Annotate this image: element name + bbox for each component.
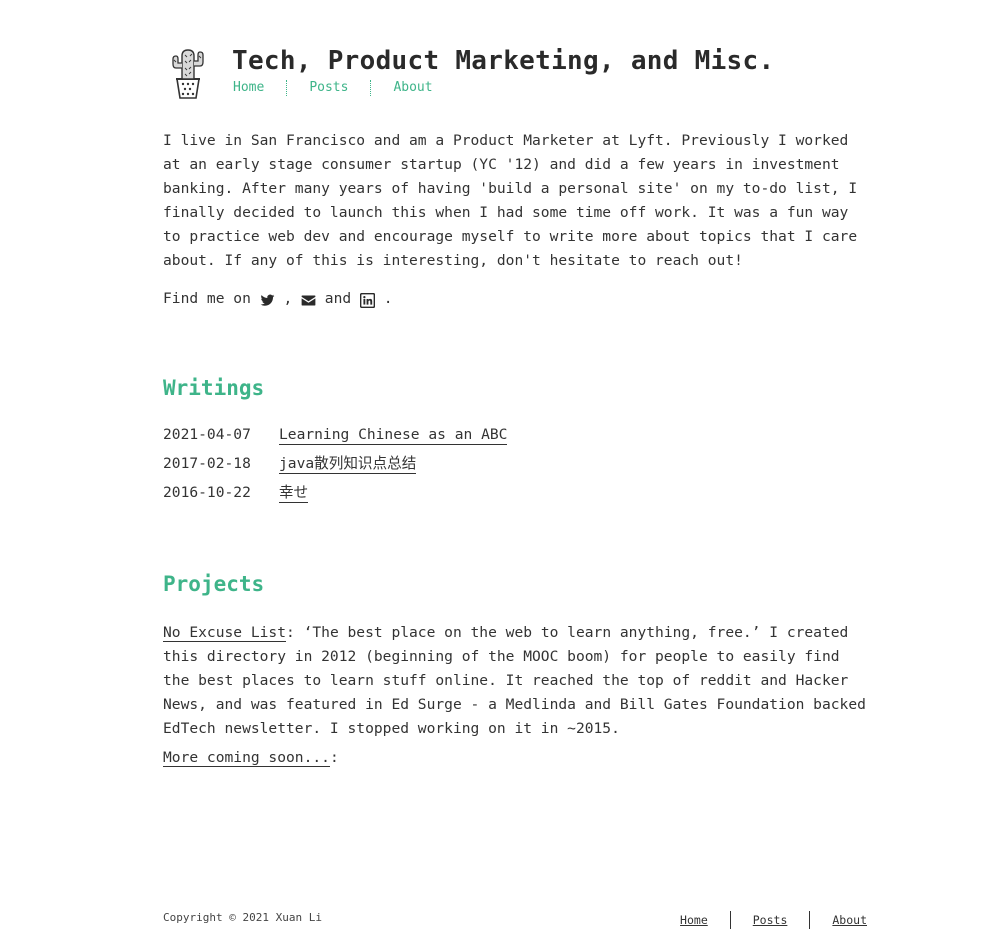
find-me-end: .: [374, 290, 393, 307]
footer-about-link[interactable]: About: [810, 911, 867, 929]
nav-separator: [286, 80, 288, 96]
linkedin-icon[interactable]: [359, 292, 376, 308]
more-suffix: :: [329, 749, 339, 766]
list-item: 2021-04-07 Learning Chinese as an ABC: [163, 426, 508, 455]
nav-separator: [370, 80, 372, 96]
footer-home-link[interactable]: Home: [658, 911, 730, 929]
post-date: 2016-10-22: [163, 484, 251, 501]
nav-about-link[interactable]: About: [393, 80, 454, 96]
nav-posts-link[interactable]: Posts: [309, 80, 370, 96]
find-me-and: and: [316, 290, 360, 307]
project-description: No Excuse List: ‘The best place on the w…: [163, 621, 868, 741]
no-excuse-list-link[interactable]: No Excuse List: [163, 624, 287, 642]
projects-heading: Projects: [163, 572, 265, 596]
site-title[interactable]: Tech, Product Marketing, and Misc.: [232, 46, 774, 76]
post-list: 2021-04-07 Learning Chinese as an ABC 20…: [163, 426, 508, 513]
site-header: Tech, Product Marketing, and Misc. Home …: [168, 44, 868, 104]
writings-heading: Writings: [163, 376, 265, 400]
post-link[interactable]: Learning Chinese as an ABC: [279, 426, 508, 445]
post-link[interactable]: 幸せ: [279, 484, 309, 503]
find-me-prefix: Find me on: [163, 290, 260, 307]
more-coming-link[interactable]: More coming soon...: [163, 749, 330, 767]
post-link[interactable]: java散列知识点总结: [279, 455, 417, 474]
post-date: 2017-02-18: [163, 455, 251, 472]
footer-nav: Home Posts About: [658, 911, 867, 929]
find-me-line: Find me on , and .: [163, 287, 393, 311]
post-date: 2021-04-07: [163, 426, 251, 443]
find-me-sep: ,: [274, 290, 302, 307]
twitter-icon[interactable]: [260, 292, 275, 307]
footer-posts-link[interactable]: Posts: [731, 911, 810, 929]
email-icon[interactable]: [301, 292, 316, 307]
more-coming-line: More coming soon...:: [163, 746, 339, 770]
list-item: 2017-02-18 java散列知识点总结: [163, 455, 507, 484]
copyright-text: Copyright © 2021 Xuan Li: [163, 911, 322, 924]
cactus-icon[interactable]: [168, 46, 208, 100]
top-nav: Home Posts About: [233, 80, 455, 96]
intro-paragraph: I live in San Francisco and am a Product…: [163, 132, 858, 269]
nav-home-link[interactable]: Home: [233, 80, 286, 96]
list-item: 2016-10-22 幸せ: [163, 484, 507, 513]
